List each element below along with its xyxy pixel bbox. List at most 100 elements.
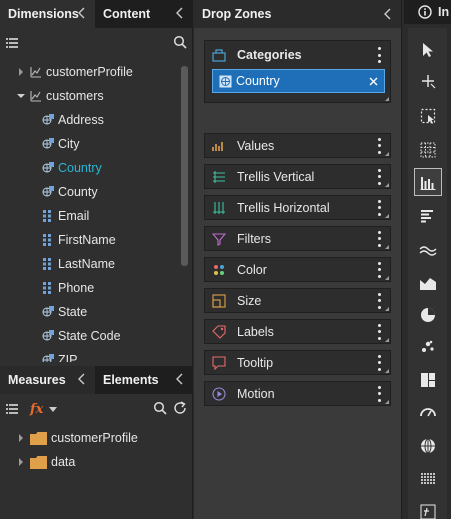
kebab-menu-icon[interactable] xyxy=(377,323,381,340)
zone-trellis-horizontal[interactable]: Trellis Horizontal xyxy=(204,195,391,220)
tool-strip xyxy=(408,28,447,519)
field-item[interactable]: Email xyxy=(0,204,182,228)
field-label: ZIP xyxy=(58,353,78,362)
field-label: FirstName xyxy=(58,233,116,247)
collapse-chevron-icon[interactable] xyxy=(77,6,87,20)
kebab-menu-icon[interactable] xyxy=(377,47,381,63)
kebab-menu-icon[interactable] xyxy=(377,385,381,402)
kebab-menu-icon[interactable] xyxy=(377,354,381,371)
tool-table[interactable] xyxy=(414,465,442,493)
kebab-menu-icon[interactable] xyxy=(377,137,381,154)
zone-filters[interactable]: Filters xyxy=(204,226,391,251)
refresh-icon[interactable] xyxy=(173,401,187,415)
gauge-icon xyxy=(420,408,436,417)
expand-caret-icon[interactable] xyxy=(14,455,28,469)
expand-caret-icon[interactable] xyxy=(14,65,28,79)
kebab-menu-icon[interactable] xyxy=(377,168,381,185)
tooltip-icon xyxy=(212,355,226,370)
field-item[interactable]: ZIP xyxy=(0,348,182,362)
search-icon[interactable] xyxy=(173,35,187,49)
zone-size[interactable]: Size xyxy=(204,288,391,313)
tool-crosshair[interactable] xyxy=(414,67,442,95)
field-item[interactable]: FirstName xyxy=(0,228,182,252)
zone-tooltip[interactable]: Tooltip xyxy=(204,350,391,375)
zone-label: Motion xyxy=(237,386,275,401)
tool-grid[interactable] xyxy=(414,136,442,164)
chip-label: Country xyxy=(236,74,280,88)
tool-map[interactable] xyxy=(414,432,442,460)
bar-chart-icon xyxy=(421,210,433,223)
tool-scatter[interactable] xyxy=(414,333,442,361)
kebab-menu-icon[interactable] xyxy=(377,261,381,278)
text-field-icon xyxy=(43,282,51,294)
tool-line-chart[interactable] xyxy=(414,236,442,264)
resize-corner-icon xyxy=(385,338,389,342)
zone-values[interactable]: Values xyxy=(204,133,391,158)
zone-label: Labels xyxy=(237,324,274,339)
zone-labels[interactable]: Labels xyxy=(204,319,391,344)
measures-node-data[interactable]: data xyxy=(0,450,193,474)
measures-node-customerprofile[interactable]: customerProfile xyxy=(0,426,193,450)
tab-measures[interactable]: Measures xyxy=(0,366,95,394)
tool-column-chart[interactable] xyxy=(414,168,442,196)
tree-node-customerprofile[interactable]: customerProfile xyxy=(0,60,182,84)
field-label: Email xyxy=(58,209,90,223)
tool-pie-chart[interactable] xyxy=(414,301,442,329)
field-item[interactable]: Address xyxy=(0,108,182,132)
kebab-menu-icon[interactable] xyxy=(377,292,381,309)
field-item[interactable]: City xyxy=(0,132,182,156)
field-item[interactable]: Phone xyxy=(0,276,182,300)
geo-field-icon xyxy=(42,306,54,317)
search-icon[interactable] xyxy=(153,401,167,415)
field-item[interactable]: State xyxy=(0,300,182,324)
field-item[interactable]: State Code xyxy=(0,324,182,348)
tool-treemap[interactable] xyxy=(414,366,442,394)
measures-node-label: data xyxy=(51,455,76,469)
kebab-menu-icon[interactable] xyxy=(377,230,381,247)
collapse-chevron-icon[interactable] xyxy=(77,372,87,386)
dropdown-arrow-icon[interactable] xyxy=(49,405,58,413)
expand-caret-icon[interactable] xyxy=(14,431,28,445)
collapse-chevron-icon[interactable] xyxy=(175,372,185,386)
zone-label: Categories xyxy=(237,48,302,62)
tool-formula[interactable] xyxy=(414,498,442,519)
map-icon xyxy=(421,438,435,454)
info-tab[interactable]: In xyxy=(404,0,451,24)
collapse-chevron-icon[interactable] xyxy=(175,6,185,20)
tree-node-customers[interactable]: customers xyxy=(0,84,182,108)
tool-area-chart[interactable] xyxy=(414,269,442,297)
tool-pointer[interactable] xyxy=(414,36,442,64)
field-item[interactable]: LastName xyxy=(0,252,182,276)
resize-corner-icon xyxy=(385,152,389,156)
zone-motion[interactable]: Motion xyxy=(204,381,391,406)
remove-icon[interactable] xyxy=(369,77,378,86)
tab-elements-label: Elements xyxy=(103,373,159,387)
field-item[interactable]: County xyxy=(0,180,182,204)
field-label: State xyxy=(58,305,88,319)
tab-dimensions[interactable]: Dimensions xyxy=(0,0,95,28)
resize-corner-icon xyxy=(385,214,389,218)
collapse-caret-icon[interactable] xyxy=(14,89,28,103)
tree-scrollbar[interactable] xyxy=(181,66,188,266)
list-view-icon[interactable] xyxy=(6,37,18,49)
size-icon xyxy=(212,293,226,308)
tab-content-label: Content xyxy=(103,7,151,21)
field-label: City xyxy=(58,137,80,151)
kebab-menu-icon[interactable] xyxy=(377,199,381,216)
tool-selection[interactable] xyxy=(414,102,442,130)
list-view-icon[interactable] xyxy=(6,403,18,415)
tab-elements[interactable]: Elements xyxy=(95,366,193,394)
category-chip-country[interactable]: Country xyxy=(212,69,385,93)
field-label: Phone xyxy=(58,281,95,295)
zone-categories[interactable]: Categories Country xyxy=(204,40,391,103)
tab-content[interactable]: Content xyxy=(95,0,193,28)
field-item[interactable]: Country xyxy=(0,156,182,180)
formula-icon[interactable]: fx xyxy=(30,402,43,417)
tool-bar-chart[interactable] xyxy=(414,203,442,231)
collapse-chevron-icon[interactable] xyxy=(383,7,393,21)
geo-field-icon xyxy=(42,138,54,149)
tool-gauge[interactable] xyxy=(414,398,442,426)
zone-trellis-vertical[interactable]: Trellis Vertical xyxy=(204,164,391,189)
info-tab-label: In xyxy=(438,5,450,19)
zone-color[interactable]: Color xyxy=(204,257,391,282)
